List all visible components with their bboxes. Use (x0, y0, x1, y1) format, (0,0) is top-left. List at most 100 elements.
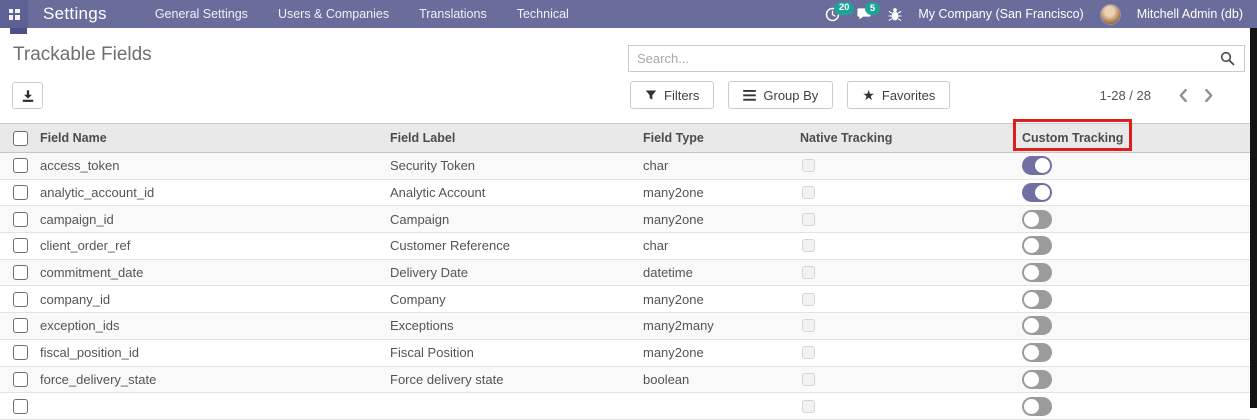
custom-tracking-toggle[interactable] (1022, 370, 1052, 389)
row-checkbox[interactable] (13, 292, 28, 307)
table-row[interactable]: fiscal_position_id Fiscal Position many2… (0, 339, 1250, 366)
menu-users-companies[interactable]: Users & Companies (278, 7, 389, 21)
custom-tracking-toggle[interactable] (1022, 290, 1052, 309)
pager: 1-28 / 28 (1100, 85, 1221, 106)
header-field-label[interactable]: Field Label (390, 124, 643, 153)
table-row[interactable]: force_delivery_state Force delivery stat… (0, 366, 1250, 393)
cell-field-name: campaign_id (40, 206, 390, 233)
app-menus: General Settings Users & Companies Trans… (155, 7, 569, 21)
table-row[interactable]: exception_ids Exceptions many2many (0, 313, 1250, 340)
table-row[interactable]: commitment_date Delivery Date datetime (0, 259, 1250, 286)
menu-general-settings[interactable]: General Settings (155, 7, 248, 21)
row-checkbox[interactable] (13, 345, 28, 360)
header-native-tracking[interactable]: Native Tracking (800, 124, 1022, 153)
chevron-left-icon (1179, 89, 1188, 102)
row-checkbox[interactable] (13, 158, 28, 173)
native-tracking-checkbox (802, 159, 815, 172)
pager-previous-button[interactable] (1171, 85, 1196, 106)
native-tracking-checkbox (802, 293, 815, 306)
table-row[interactable]: access_token Security Token char (0, 153, 1250, 180)
cell-field-name: company_id (40, 286, 390, 313)
custom-tracking-toggle[interactable] (1022, 343, 1052, 362)
cell-field-label (390, 393, 643, 420)
select-all-checkbox[interactable] (13, 131, 28, 146)
table-row[interactable]: campaign_id Campaign many2one (0, 206, 1250, 233)
native-tracking-checkbox (802, 400, 815, 413)
cell-field-label: Fiscal Position (390, 339, 643, 366)
custom-tracking-toggle[interactable] (1022, 397, 1052, 416)
company-switcher[interactable]: My Company (San Francisco) (918, 7, 1083, 21)
debug-menu-button[interactable] (888, 7, 902, 22)
activity-menu-button[interactable]: 20 (825, 7, 840, 22)
native-tracking-checkbox (802, 319, 815, 332)
cell-field-name: analytic_account_id (40, 179, 390, 206)
header-field-name[interactable]: Field Name (40, 124, 390, 153)
export-button[interactable] (12, 82, 43, 109)
filters-button[interactable]: Filters (630, 81, 714, 109)
user-menu[interactable]: Mitchell Admin (db) (1137, 7, 1243, 21)
cell-field-type: many2many (643, 313, 800, 340)
toggle-knob (1024, 292, 1039, 307)
cell-field-label: Delivery Date (390, 259, 643, 286)
row-checkbox[interactable] (13, 185, 28, 200)
cell-field-type: many2one (643, 206, 800, 233)
cell-field-type: many2one (643, 179, 800, 206)
custom-tracking-toggle[interactable] (1022, 183, 1052, 202)
custom-tracking-toggle[interactable] (1022, 236, 1052, 255)
group-by-button[interactable]: Group By (728, 81, 833, 109)
row-checkbox[interactable] (13, 212, 28, 227)
menu-technical[interactable]: Technical (517, 7, 569, 21)
pager-next-button[interactable] (1196, 85, 1221, 106)
custom-tracking-toggle[interactable] (1022, 156, 1052, 175)
favorites-label: Favorites (882, 88, 935, 103)
bug-icon (888, 7, 902, 22)
apps-menu-button[interactable] (0, 0, 28, 28)
search-icon[interactable] (1220, 51, 1235, 66)
toggle-knob (1024, 318, 1039, 333)
native-tracking-checkbox (802, 186, 815, 199)
pager-range: 1-28 / 28 (1100, 88, 1151, 103)
header-custom-tracking[interactable]: Custom Tracking (1022, 124, 1250, 153)
cell-field-name: fiscal_position_id (40, 339, 390, 366)
row-checkbox[interactable] (13, 238, 28, 253)
toggle-knob (1024, 212, 1039, 227)
apps-grid-icon (9, 9, 20, 20)
cell-field-name: access_token (40, 153, 390, 180)
list-view: Field Name Field Label Field Type Native… (0, 123, 1250, 420)
download-icon (21, 89, 35, 103)
cell-field-name (40, 393, 390, 420)
messages-menu-button[interactable]: 5 (856, 7, 872, 21)
row-checkbox[interactable] (13, 318, 28, 333)
navbar-systray: 20 5 My Company (San Francisco) Mitchell… (825, 4, 1257, 25)
toggle-knob (1024, 372, 1039, 387)
group-by-label: Group By (763, 88, 818, 103)
native-tracking-checkbox (802, 373, 815, 386)
table-row[interactable]: company_id Company many2one (0, 286, 1250, 313)
native-tracking-checkbox (802, 346, 815, 359)
table-row[interactable] (0, 393, 1250, 420)
breadcrumb: Trackable Fields (13, 44, 152, 66)
user-avatar[interactable] (1100, 4, 1121, 25)
search-input[interactable] (629, 51, 1220, 66)
table-row[interactable]: client_order_ref Customer Reference char (0, 233, 1250, 260)
row-checkbox[interactable] (13, 265, 28, 280)
cell-field-type: many2one (643, 286, 800, 313)
custom-tracking-toggle[interactable] (1022, 263, 1052, 282)
top-navbar: Settings General Settings Users & Compan… (0, 0, 1257, 28)
cell-field-label: Security Token (390, 153, 643, 180)
favorites-button[interactable]: ★ Favorites (847, 81, 950, 109)
header-field-type[interactable]: Field Type (643, 124, 800, 153)
row-checkbox[interactable] (13, 399, 28, 414)
cell-field-name: client_order_ref (40, 233, 390, 260)
apps-menu-tail (10, 28, 27, 34)
row-checkbox[interactable] (13, 372, 28, 387)
cell-field-label: Analytic Account (390, 179, 643, 206)
custom-tracking-toggle[interactable] (1022, 316, 1052, 335)
table-body: access_token Security Token char analyti… (0, 153, 1250, 420)
table-row[interactable]: analytic_account_id Analytic Account man… (0, 179, 1250, 206)
table-header-row: Field Name Field Label Field Type Native… (0, 124, 1250, 153)
cell-field-label: Company (390, 286, 643, 313)
menu-translations[interactable]: Translations (419, 7, 487, 21)
custom-tracking-toggle[interactable] (1022, 210, 1052, 229)
activity-count-badge: 20 (834, 2, 854, 15)
